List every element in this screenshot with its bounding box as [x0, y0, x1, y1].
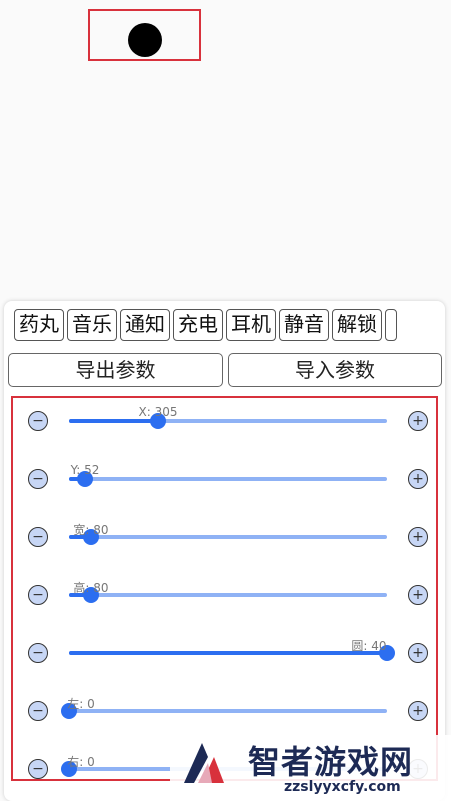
mode-tab-row: 药丸 音乐 通知 充电 耳机 静音 解锁 [14, 309, 445, 345]
tab-unlock[interactable]: 解锁 [332, 309, 382, 341]
slider-track[interactable]: 高: 80 [69, 581, 387, 603]
increase-button[interactable]: + [408, 585, 428, 605]
slider-row: − X: 305 + [13, 401, 436, 441]
tab-overflow[interactable] [385, 309, 397, 341]
slider-value-label: 右: 0 [67, 755, 95, 769]
tab-earphone[interactable]: 耳机 [226, 309, 276, 341]
tab-notification[interactable]: 通知 [120, 309, 170, 341]
pill-preview-frame [88, 9, 201, 61]
slider-row: − Y: 52 + [13, 459, 436, 499]
slider-value-label: X: 305 [138, 405, 178, 419]
slider-group: − X: 305 + − Y: 52 + − 宽: 80 + − 高: 80 + − 圆: 40 + − 左: … [11, 396, 438, 781]
increase-button[interactable]: + [408, 643, 428, 663]
slider-row: − 左: 0 + [13, 691, 436, 731]
decrease-button[interactable]: − [28, 759, 48, 779]
decrease-button[interactable]: − [28, 411, 48, 431]
slider-track[interactable]: 左: 0 [61, 697, 387, 719]
slider-fill [69, 419, 158, 423]
slider-track[interactable]: 圆: 40 [69, 639, 395, 661]
increase-button[interactable]: + [408, 411, 428, 431]
slider-value-label: 宽: 80 [73, 523, 109, 537]
watermark-url: zzslyyxcfy.com [284, 779, 401, 795]
slider-value-label: Y: 52 [70, 463, 100, 477]
decrease-button[interactable]: − [28, 469, 48, 489]
slider-track[interactable]: Y: 52 [69, 463, 387, 487]
pill-preview-dot[interactable] [128, 23, 162, 57]
tab-charging[interactable]: 充电 [173, 309, 223, 341]
tab-pill[interactable]: 药丸 [14, 309, 64, 341]
import-params-button[interactable]: 导入参数 [228, 353, 442, 387]
watermark-title: 智者游戏网 [248, 743, 414, 781]
slider-value-label: 圆: 40 [351, 639, 387, 653]
increase-button[interactable]: + [408, 469, 428, 489]
increase-button[interactable]: + [408, 527, 428, 547]
decrease-button[interactable]: − [28, 527, 48, 547]
slider-row: − 圆: 40 + [13, 633, 436, 673]
slider-value-label: 高: 80 [73, 581, 109, 595]
slider-row: − 高: 80 + [13, 575, 436, 615]
slider-track[interactable]: 宽: 80 [69, 523, 387, 545]
slider-row: − 宽: 80 + [13, 517, 436, 557]
decrease-button[interactable]: − [28, 585, 48, 605]
tab-mute[interactable]: 静音 [279, 309, 329, 341]
watermark-mark-icon [184, 743, 224, 783]
decrease-button[interactable]: − [28, 643, 48, 663]
slider-value-label: 左: 0 [67, 697, 95, 711]
export-params-button[interactable]: 导出参数 [8, 353, 223, 387]
decrease-button[interactable]: − [28, 701, 48, 721]
watermark-logo: 智者游戏网 zzslyyxcfy.com [170, 735, 451, 801]
settings-panel: 药丸 音乐 通知 充电 耳机 静音 解锁 导出参数 导入参数 − X: 305 + − Y: 52 +… [4, 301, 445, 801]
slider-fill [69, 651, 387, 655]
slider-track[interactable]: X: 305 [69, 405, 387, 429]
tab-music[interactable]: 音乐 [67, 309, 117, 341]
increase-button[interactable]: + [408, 701, 428, 721]
